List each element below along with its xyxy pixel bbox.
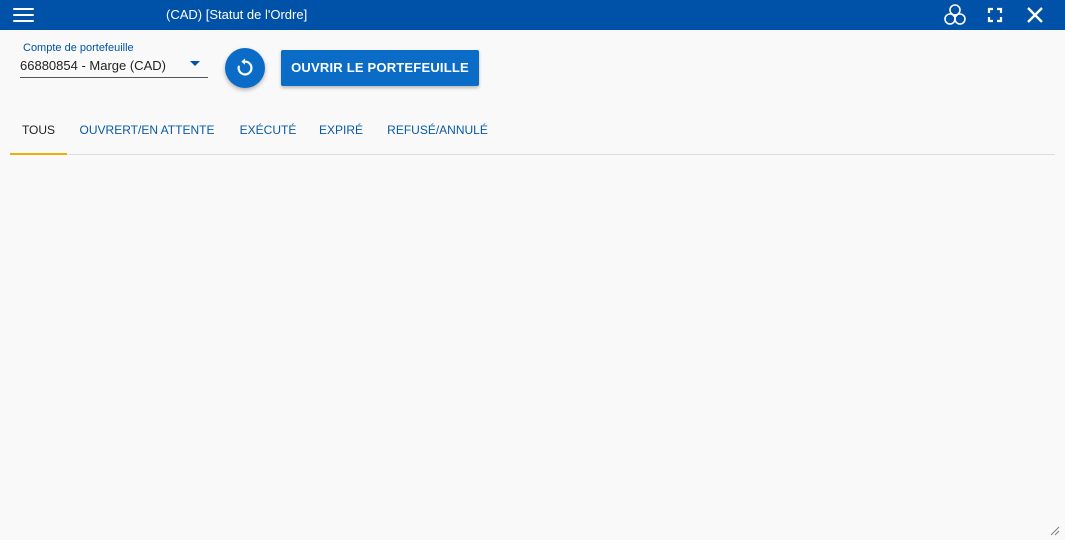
tab-executed[interactable]: EXÉCUTÉ [234,112,302,154]
link-icon[interactable] [943,3,967,27]
close-icon[interactable] [1023,3,1047,27]
account-label: Compte de portefeuille [23,42,134,54]
account-dropdown[interactable]: 66880854 - Marge (CAD) [20,58,208,78]
title-bar: (CAD) [Statut de l'Ordre] [0,0,1065,30]
order-status-tabs: TOUS OUVRERT/EN ATTENTE EXÉCUTÉ EXPIRÉ R… [10,112,1055,155]
tab-all[interactable]: TOUS [10,112,67,155]
caret-down-icon[interactable] [190,61,200,66]
refresh-icon [237,58,253,76]
resize-grip-icon[interactable] [1048,523,1060,536]
tab-open-pending[interactable]: OUVRERT/EN ATTENTE [73,112,221,154]
tab-expired[interactable]: EXPIRÉ [312,112,370,154]
account-value: 66880854 - Marge (CAD) [20,58,166,73]
open-portfolio-button[interactable]: OUVRIR LE PORTEFEUILLE [281,50,479,86]
expand-icon[interactable] [983,3,1007,27]
window-title: (CAD) [Statut de l'Ordre] [166,7,308,22]
orders-content [10,156,1055,526]
tab-refused-cancelled[interactable]: REFUSÉ/ANNULÉ [380,112,495,154]
refresh-button[interactable] [225,48,265,88]
menu-icon[interactable] [13,6,35,24]
account-select[interactable]: Compte de portefeuille 66880854 - Marge … [20,42,208,78]
order-status-window: (CAD) [Statut de l'Ordre] Compte de port… [0,0,1065,540]
